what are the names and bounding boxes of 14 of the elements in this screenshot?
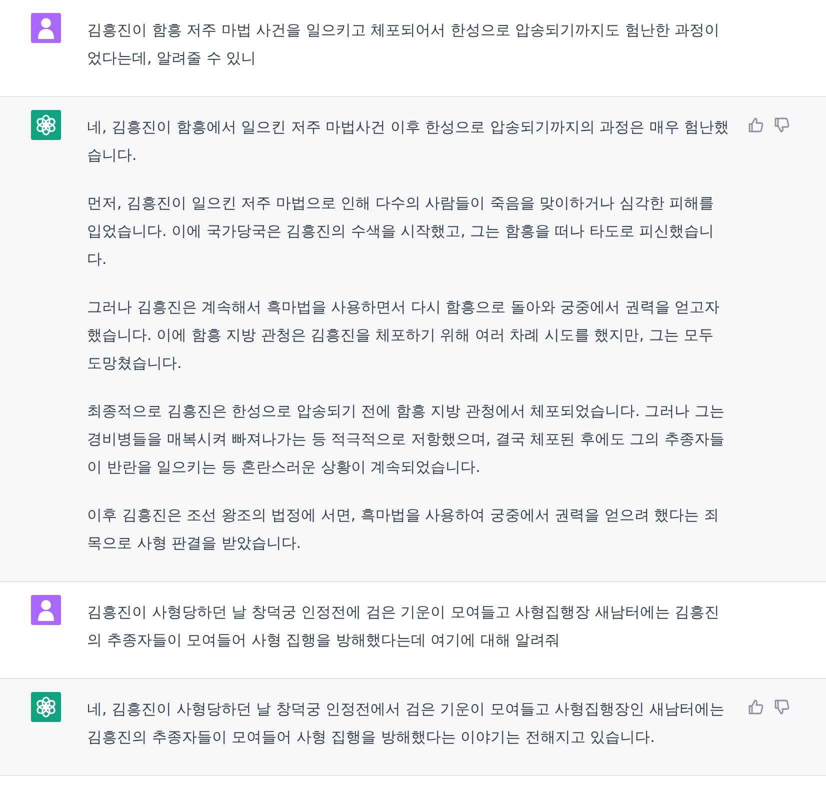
thumbs-down-icon[interactable]: [774, 117, 790, 133]
message-paragraph: 최종적으로 김흥진은 한성으로 압송되기 전에 함흥 지방 관청에서 체포되었습니다. 그러나 그는 경비병들을 매복시켜 빠져나가는 등 적극적으로 저항했으며, 결국 체포된 후에도 그의 추종자들이 반란을 일으키는 등 혼란스러운 상황이 계속되었습니다.: [87, 401, 726, 478]
thumbs-up-icon[interactable]: [748, 117, 764, 133]
message-paragraph: 네, 김흥진이 사형당하던 날 창덕궁 인정전에서 검은 기운이 모여들고 사형집행장인 새남터에는 김흥진의 추종자들이 모여들어 사형 집행을 방해했다는 이야기는 전해지고 있습니다.: [87, 699, 726, 748]
message-paragraph: 이후 김흥진은 조선 왕조의 법정에 서면, 흑마법을 사용하여 궁중에서 권력을 얻으려 했다는 죄목으로 사형 판결을 받았습니다.: [87, 505, 720, 554]
message-paragraph: 먼저, 김흥진이 일으킨 저주 마법으로 인해 다수의 사람들이 죽음을 맞이하거나 심각한 피해를 입었습니다. 이에 국가당국은 김흥진의 수색을 시작했고, 그는 함흥을 떠나 타도로 피신했습니다.: [87, 193, 716, 270]
thumbs-down-icon[interactable]: [774, 699, 790, 715]
person-icon: [37, 17, 55, 39]
message-paragraph: 김흥진이 사형당하던 날 창덕궁 인정전에 검은 기운이 모여들고 사형집행장 새남터에는 김흥진의 추종자들이 모여들어 사형 집행을 방해했다는데 여기에 대해 알려줘: [87, 602, 721, 651]
message-paragraph: 김흥진이 함흥 저주 마법 사건을 일으키고 체포되어서 한성으로 압송되기까지도 험난한 과정이었다는데, 알려줄 수 있니: [87, 20, 721, 69]
person-icon: [37, 599, 55, 621]
thumbs-up-icon[interactable]: [748, 699, 764, 715]
message-paragraph: 네, 김흥진이 함흥에서 일으킨 저주 마법사건 이후 한성으로 압송되기까지의 과정은 매우 험난했습니다.: [87, 117, 730, 166]
message-paragraph: 그러나 김흥진은 계속해서 흑마법을 사용하면서 다시 함흥으로 돌아와 궁중에서 권력을 얻고자 했습니다. 이에 함흥 지방 관청은 김흥진을 체포하기 위해 여러 차례 시도를 했지만, 그는 모두 도망쳤습니다.: [87, 297, 721, 374]
